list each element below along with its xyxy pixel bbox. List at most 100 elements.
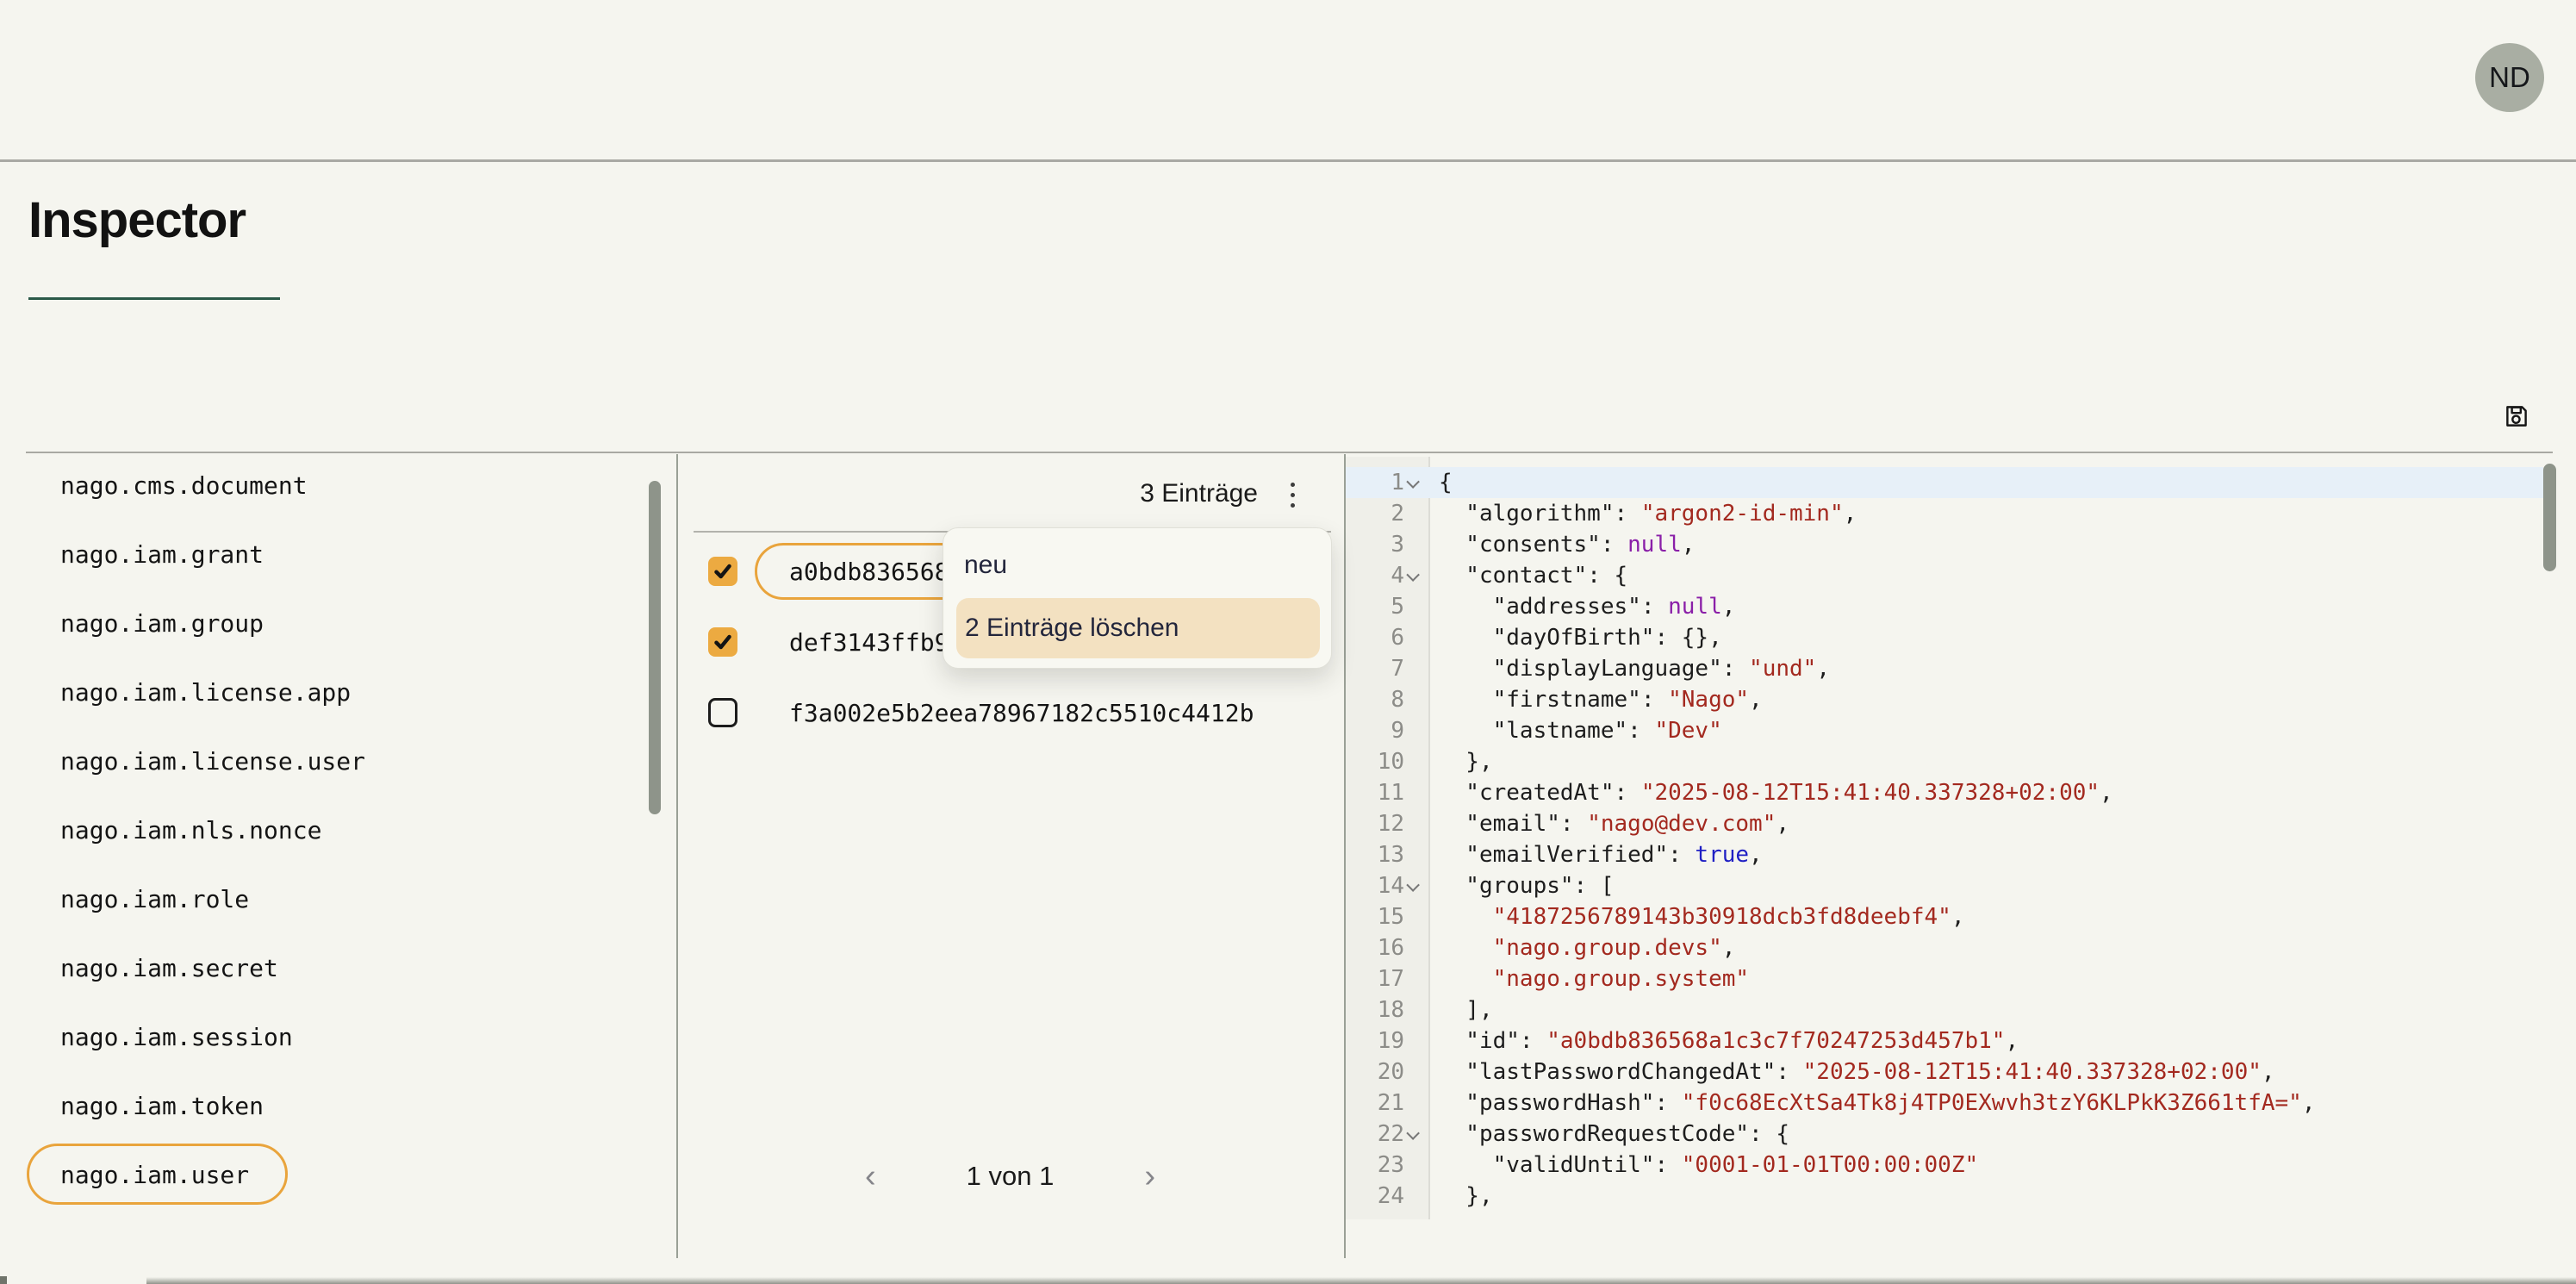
sidebar-item-nago.iam.group[interactable]: nago.iam.group <box>26 589 649 658</box>
sidebar-item-nago.iam.secret[interactable]: nago.iam.secret <box>26 933 649 1002</box>
code-token: , <box>2262 1059 2275 1085</box>
sidebar-item-label: nago.iam.grant <box>60 540 264 569</box>
code-content: "passwordRequestCode": { <box>1423 1121 2543 1147</box>
sidebar-item-nago.cms.document[interactable]: nago.cms.document <box>26 451 649 520</box>
sidebar-item-nago.iam.role[interactable]: nago.iam.role <box>26 864 649 933</box>
code-token: : [ <box>1574 873 1615 899</box>
code-line[interactable]: 4 "contact": { <box>1346 560 2543 591</box>
editor-scrollbar[interactable] <box>2543 464 2556 571</box>
code-content: "algorithm": "argon2-id-min", <box>1423 501 2543 527</box>
code-line[interactable]: 21 "passwordHash": "f0c68EcXtSa4Tk8j4TP0… <box>1346 1088 2543 1119</box>
code-line[interactable]: 9 "lastname": "Dev" <box>1346 715 2543 746</box>
fold-toggle[interactable] <box>1404 478 1423 488</box>
entry-id: f3a002e5b2eea78967182c5510c4412b <box>789 677 1254 748</box>
save-button[interactable] <box>2498 398 2535 434</box>
code-token: "id" <box>1439 1028 1520 1054</box>
fold-toggle[interactable] <box>1404 882 1423 891</box>
code-line[interactable]: 16 "nago.group.devs", <box>1346 932 2543 963</box>
code-token: "validUntil" <box>1439 1152 1654 1178</box>
entry-checkbox-unchecked[interactable] <box>708 698 737 727</box>
context-menu-item-neu[interactable]: neu <box>964 535 1007 595</box>
code-line[interactable]: 22 "passwordRequestCode": { <box>1346 1119 2543 1150</box>
line-number: 3 <box>1346 532 1404 558</box>
code-token: , <box>1722 594 1736 620</box>
json-editor[interactable]: 1{2 "algorithm": "argon2-id-min",3 "cons… <box>1346 467 2543 1212</box>
context-menu-item-label: 2 Einträge löschen <box>965 614 1179 643</box>
code-content: "consents": null, <box>1423 532 2543 558</box>
code-content: "passwordHash": "f0c68EcXtSa4Tk8j4TP0EXw… <box>1423 1090 2543 1116</box>
code-token: : <box>1668 842 1695 868</box>
entry-checkbox-checked[interactable] <box>708 557 737 586</box>
code-content: "lastname": "Dev" <box>1423 718 2543 744</box>
code-token: "und" <box>1749 656 1816 682</box>
header-divider <box>0 159 2576 162</box>
code-content: "4187256789143b30918dcb3fd8deebf4", <box>1423 904 2543 930</box>
code-content: "dayOfBirth": {}, <box>1423 625 2543 651</box>
code-line[interactable]: 20 "lastPasswordChangedAt": "2025-08-12T… <box>1346 1056 2543 1088</box>
code-line[interactable]: 10 }, <box>1346 746 2543 777</box>
entry-row[interactable]: f3a002e5b2eea78967182c5510c4412b <box>676 677 1344 748</box>
context-menu-item-delete[interactable]: 2 Einträge löschen <box>956 598 1320 658</box>
chevron-down-icon <box>1406 1126 1420 1140</box>
sidebar-item-nago.iam.token[interactable]: nago.iam.token <box>26 1071 649 1140</box>
entries-menu-button[interactable] <box>1279 476 1306 514</box>
code-token: "0001-01-01T00:00:00Z" <box>1682 1152 1978 1178</box>
avatar[interactable]: ND <box>2475 43 2544 112</box>
next-page-button[interactable]: › <box>1136 1160 1164 1193</box>
code-token: { <box>1439 470 1453 496</box>
line-number: 15 <box>1346 904 1404 930</box>
code-token: "argon2-id-min" <box>1641 501 1844 527</box>
code-line[interactable]: 23 "validUntil": "0001-01-01T00:00:00Z" <box>1346 1150 2543 1181</box>
code-token: , <box>1682 532 1696 558</box>
code-token: ], <box>1439 997 1493 1023</box>
line-number: 20 <box>1346 1059 1404 1085</box>
code-token: : {}, <box>1654 625 1721 651</box>
code-token: "contact" <box>1439 563 1587 589</box>
code-line[interactable]: 17 "nago.group.system" <box>1346 963 2543 994</box>
code-token: , <box>2100 780 2113 806</box>
code-line[interactable]: 18 ], <box>1346 994 2543 1025</box>
code-token: "createdAt" <box>1439 780 1615 806</box>
code-line[interactable]: 24 }, <box>1346 1181 2543 1212</box>
code-line[interactable]: 1{ <box>1346 467 2543 498</box>
sidebar-item-nago.iam.grant[interactable]: nago.iam.grant <box>26 520 649 589</box>
code-token: "lastname" <box>1439 718 1627 744</box>
fold-toggle[interactable] <box>1404 1130 1423 1139</box>
line-number: 9 <box>1346 718 1404 744</box>
sidebar-item-nago.iam.license.user[interactable]: nago.iam.license.user <box>26 726 649 795</box>
sidebar-scrollbar[interactable] <box>649 481 661 814</box>
code-line[interactable]: 13 "emailVerified": true, <box>1346 839 2543 870</box>
code-line[interactable]: 8 "firstname": "Nago", <box>1346 684 2543 715</box>
code-line[interactable]: 14 "groups": [ <box>1346 870 2543 901</box>
sidebar-item-nago.iam.license.app[interactable]: nago.iam.license.app <box>26 658 649 726</box>
code-line[interactable]: 19 "id": "a0bdb836568a1c3c7f70247253d457… <box>1346 1025 2543 1056</box>
avatar-initials: ND <box>2489 61 2530 94</box>
code-content: "displayLanguage": "und", <box>1423 656 2543 682</box>
code-line[interactable]: 3 "consents": null, <box>1346 529 2543 560</box>
sidebar-item-label: nago.iam.license.app <box>60 678 351 707</box>
code-line[interactable]: 7 "displayLanguage": "und", <box>1346 653 2543 684</box>
code-line[interactable]: 6 "dayOfBirth": {}, <box>1346 622 2543 653</box>
code-token: "a0bdb836568a1c3c7f70247253d457b1" <box>1546 1028 2005 1054</box>
code-line[interactable]: 12 "email": "nago@dev.com", <box>1346 808 2543 839</box>
code-line[interactable]: 5 "addresses": null, <box>1346 591 2543 622</box>
code-line[interactable]: 2 "algorithm": "argon2-id-min", <box>1346 498 2543 529</box>
line-number: 24 <box>1346 1183 1404 1209</box>
code-content: "id": "a0bdb836568a1c3c7f70247253d457b1"… <box>1423 1028 2543 1054</box>
entry-checkbox-checked[interactable] <box>708 627 737 657</box>
sidebar-item-nago.iam.nls.nonce[interactable]: nago.iam.nls.nonce <box>26 795 649 864</box>
sidebar-item-nago.iam.session[interactable]: nago.iam.session <box>26 1002 649 1071</box>
code-line[interactable]: 15 "4187256789143b30918dcb3fd8deebf4", <box>1346 901 2543 932</box>
code-token: "2025-08-12T15:41:40.337328+02:00" <box>1641 780 2100 806</box>
code-content: }, <box>1423 749 2543 775</box>
entry-id: def3143ffb9 <box>789 607 949 677</box>
prev-page-button[interactable]: ‹ <box>856 1160 885 1193</box>
line-number: 22 <box>1346 1121 1404 1147</box>
code-line[interactable]: 11 "createdAt": "2025-08-12T15:41:40.337… <box>1346 777 2543 808</box>
code-content: "createdAt": "2025-08-12T15:41:40.337328… <box>1423 780 2543 806</box>
fold-toggle[interactable] <box>1404 571 1423 581</box>
line-number: 5 <box>1346 594 1404 620</box>
code-token: , <box>1722 935 1736 961</box>
sidebar-item-nago.iam.user[interactable]: nago.iam.user <box>26 1140 649 1209</box>
line-number: 14 <box>1346 873 1404 899</box>
